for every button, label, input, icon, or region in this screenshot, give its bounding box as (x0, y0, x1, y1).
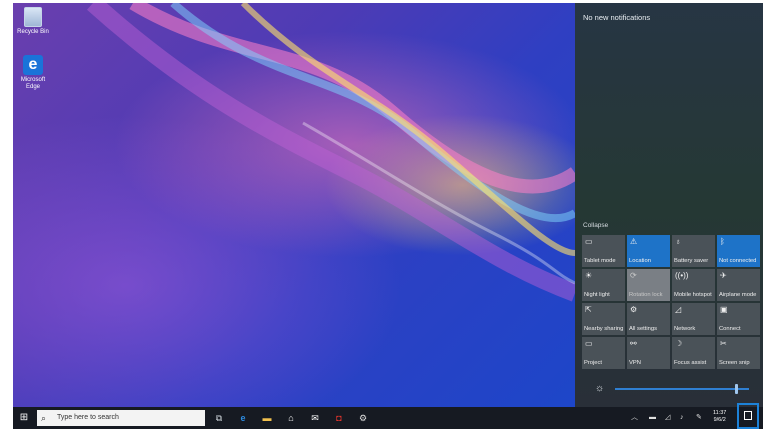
airplane-mode-icon: ✈ (720, 271, 727, 280)
desktop-icon-label: Microsoft Edge (20, 77, 46, 90)
notifications-status: No new notifications (583, 13, 651, 22)
settings-taskbar-icon[interactable]: ⚙ (357, 412, 369, 424)
search-icon: ⌕ (41, 413, 47, 423)
desktop-wallpaper (13, 3, 575, 407)
collapse-button[interactable]: Collapse (583, 222, 608, 229)
tile-connect[interactable]: ▣ Connect (717, 303, 760, 335)
tile-battery-saver[interactable]: ♁ Battery saver (672, 235, 715, 267)
network-icon: ◿ (675, 305, 682, 314)
show-hidden-icons-icon[interactable]: ︿ (631, 413, 638, 423)
battery-icon[interactable]: ▬ (649, 413, 656, 423)
screen-snip-icon: ✂ (720, 339, 727, 348)
tile-nearby-sharing[interactable]: ⇱ Nearby sharing (582, 303, 625, 335)
start-button[interactable]: ⊞ (17, 411, 31, 425)
wallpaper-swirl (86, 3, 575, 302)
project-icon: ▭ (585, 339, 593, 348)
desktop-screen: Recycle Bin e Microsoft Edge No new noti… (13, 3, 763, 429)
edge-taskbar-icon[interactable]: e (237, 412, 249, 424)
tile-mobile-hotspot[interactable]: ((•)) Mobile hotspot (672, 269, 715, 301)
mcafee-icon[interactable]: ◘ (333, 412, 345, 424)
action-center-button[interactable] (737, 403, 759, 429)
settings-icon: ⚙ (630, 305, 638, 314)
mobile-hotspot-icon: ((•)) (675, 271, 689, 280)
connect-icon: ▣ (720, 305, 728, 314)
tile-location[interactable]: ⚠ Location (627, 235, 670, 267)
tile-project[interactable]: ▭ Project (582, 337, 625, 369)
brightness-slider[interactable]: ☼ (595, 383, 755, 395)
tile-night-light[interactable]: ☀ Night light (582, 269, 625, 301)
mail-icon[interactable]: ✉ (309, 412, 321, 424)
network-tray-icon[interactable]: ◿ (665, 413, 670, 423)
desktop-icon-edge[interactable]: e Microsoft Edge (16, 55, 50, 91)
tile-screen-snip[interactable]: ✂ Screen snip (717, 337, 760, 369)
volume-icon[interactable]: ♪ (680, 413, 684, 423)
battery-saver-icon: ♁ (675, 237, 681, 246)
clock[interactable]: 11:37 9/6/2 (713, 410, 726, 424)
tile-bluetooth[interactable]: ᛒ Not connected (717, 235, 760, 267)
recycle-bin-icon (24, 7, 42, 27)
store-icon[interactable]: ⌂ (285, 412, 297, 424)
desktop-icon-recycle-bin[interactable]: Recycle Bin (16, 7, 50, 36)
brightness-icon: ☼ (595, 383, 605, 394)
file-explorer-icon[interactable]: ▬ (261, 412, 273, 424)
taskbar: ⊞ ⌕ Type here to search ⧉ e ▬ ⌂ ✉ ◘ ⚙ ︿ … (13, 403, 763, 429)
night-light-icon: ☀ (585, 271, 593, 280)
action-center-panel: No new notifications Collapse ▭ Tablet mo… (575, 3, 763, 407)
notification-icon (744, 411, 752, 420)
clock-date: 9/6/2 (713, 417, 726, 423)
search-placeholder: Type here to search (57, 414, 119, 421)
tablet-mode-icon: ▭ (585, 237, 593, 246)
nearby-sharing-icon: ⇱ (585, 305, 592, 314)
brightness-track[interactable] (615, 388, 749, 390)
vpn-icon: ⚯ (630, 339, 637, 348)
quick-actions-grid: ▭ Tablet mode ⚠ Location ♁ Battery saver ᛒN… (582, 235, 760, 369)
tile-focus-assist[interactable]: ☽ Focus assist (672, 337, 715, 369)
tile-network[interactable]: ◿ Network (672, 303, 715, 335)
task-view-icon[interactable]: ⧉ (213, 412, 225, 424)
edge-icon: e (23, 55, 43, 75)
rotation-lock-icon: ⟳ (630, 271, 637, 280)
tile-rotation-lock[interactable]: ⟳ Rotation lock (627, 269, 670, 301)
focus-assist-icon: ☽ (675, 339, 683, 348)
clock-time: 11:37 (713, 410, 727, 416)
pen-workspace-icon[interactable]: ✎ (696, 413, 702, 423)
desktop-icon-label: Recycle Bin (17, 29, 49, 35)
tile-tablet-mode[interactable]: ▭ Tablet mode (582, 235, 625, 267)
location-icon: ⚠ (630, 237, 638, 246)
search-box[interactable]: ⌕ Type here to search (37, 410, 205, 426)
tile-vpn[interactable]: ⚯ VPN (627, 337, 670, 369)
tile-airplane-mode[interactable]: ✈ Airplane mode (717, 269, 760, 301)
bluetooth-icon: ᛒ (720, 237, 725, 246)
tile-all-settings[interactable]: ⚙ All settings (627, 303, 670, 335)
brightness-thumb[interactable] (734, 384, 738, 394)
